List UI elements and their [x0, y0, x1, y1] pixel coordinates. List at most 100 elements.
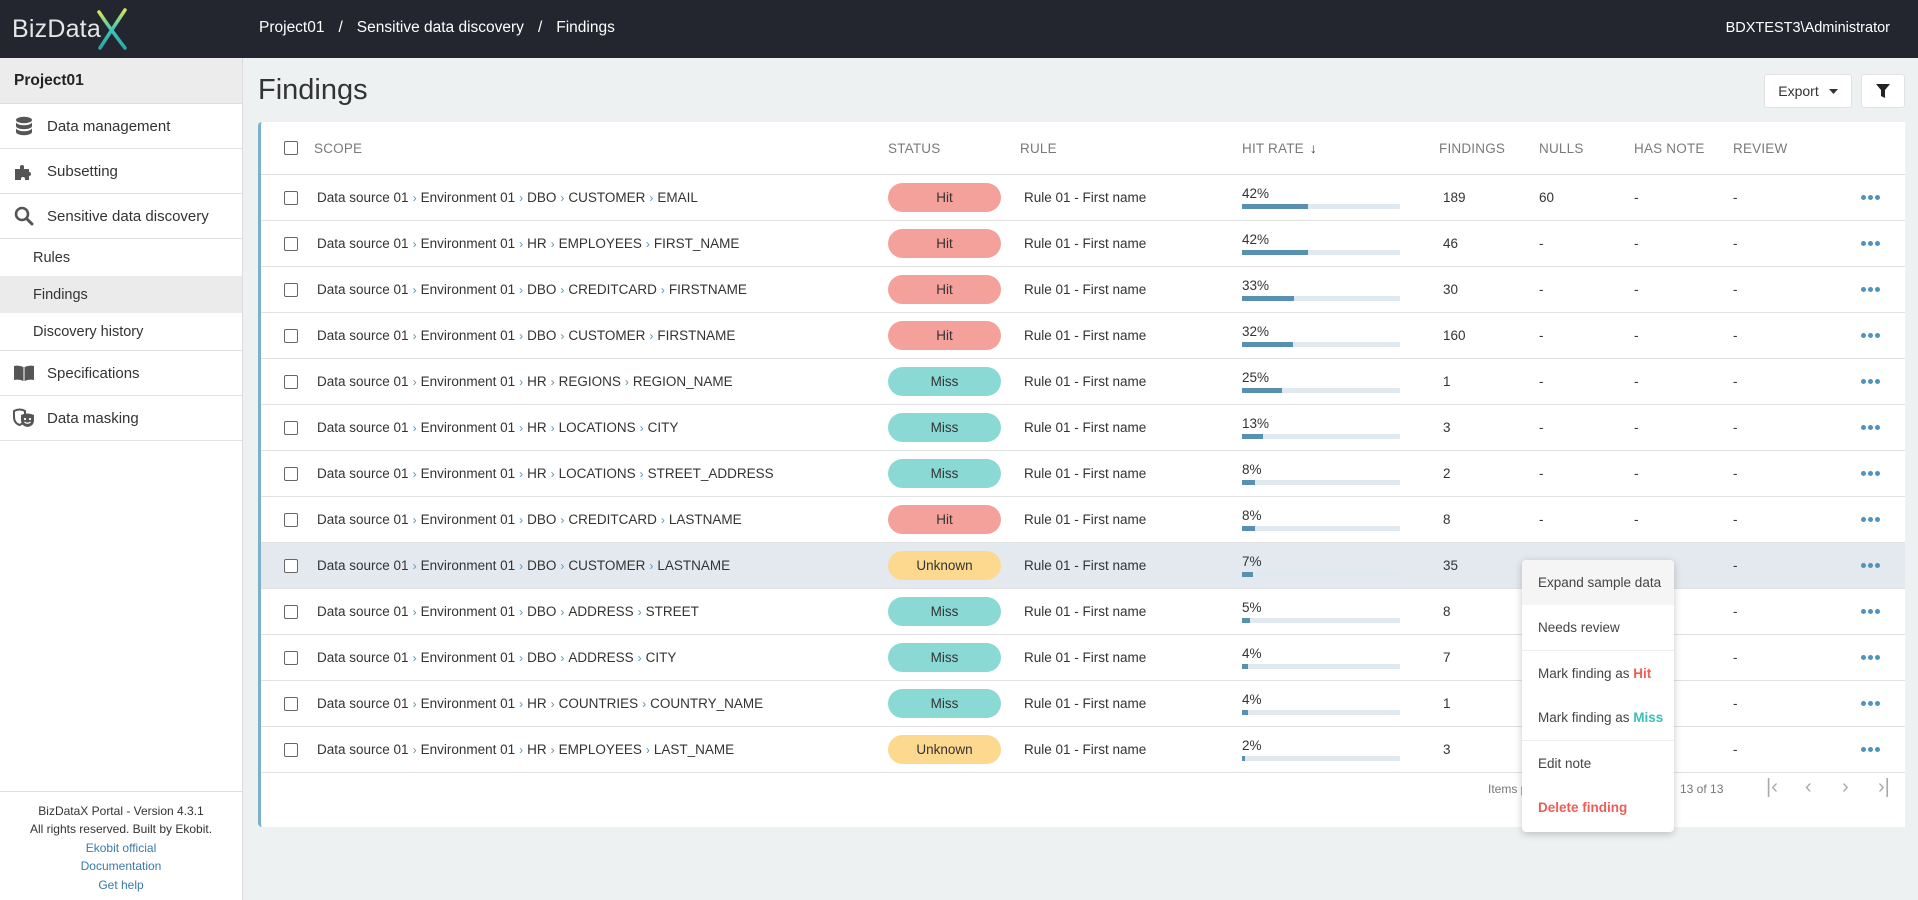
scope-segment[interactable]: Environment 01: [421, 604, 516, 619]
scope-segment[interactable]: CUSTOMER: [568, 190, 645, 205]
sidebar-subitem-rules[interactable]: Rules: [0, 239, 242, 276]
column-header-scope[interactable]: SCOPE: [313, 141, 888, 156]
row-checkbox[interactable]: [284, 604, 298, 619]
sidebar-item-data-management[interactable]: Data management: [0, 104, 242, 149]
scope-segment[interactable]: Environment 01: [421, 236, 516, 251]
scope-segment[interactable]: Environment 01: [421, 420, 516, 435]
row-actions-button[interactable]: [1850, 701, 1890, 706]
row-checkbox[interactable]: [284, 236, 298, 251]
scope-segment[interactable]: Environment 01: [421, 512, 516, 527]
breadcrumb-project[interactable]: Project01: [259, 19, 324, 37]
row-actions-button[interactable]: [1850, 241, 1890, 246]
row-actions-button[interactable]: [1850, 425, 1890, 430]
row-checkbox[interactable]: [284, 466, 298, 481]
sidebar-item-specifications[interactable]: Specifications: [0, 351, 242, 396]
row-checkbox[interactable]: [284, 190, 298, 205]
scope-segment[interactable]: Environment 01: [421, 282, 516, 297]
menu-item-mark-hit[interactable]: Mark finding as Hit: [1522, 650, 1674, 695]
sidebar-subitem-findings[interactable]: Findings: [0, 276, 242, 313]
scope-segment[interactable]: LASTNAME: [657, 558, 730, 573]
scope-segment[interactable]: Data source 01: [317, 558, 409, 573]
scope-segment[interactable]: Data source 01: [317, 466, 409, 481]
scope-segment[interactable]: EMPLOYEES: [559, 742, 642, 757]
scope-segment[interactable]: EMAIL: [657, 190, 698, 205]
scope-segment[interactable]: Environment 01: [421, 190, 516, 205]
scope-segment[interactable]: FIRST_NAME: [654, 236, 740, 251]
scope-segment[interactable]: STREET: [646, 604, 699, 619]
scope-segment[interactable]: DBO: [527, 604, 556, 619]
table-row[interactable]: Data source 01 › Environment 01 › HR › LOCATIO…: [261, 405, 1905, 451]
row-actions-button[interactable]: [1850, 333, 1890, 338]
scope-segment[interactable]: CREDITCARD: [568, 512, 657, 527]
row-actions-button[interactable]: [1850, 563, 1890, 568]
scope-segment[interactable]: Environment 01: [421, 558, 516, 573]
scope-segment[interactable]: LOCATIONS: [559, 466, 636, 481]
first-page-icon[interactable]: |‹: [1766, 776, 1778, 799]
table-row[interactable]: Data source 01 › Environment 01 › DBO › CREDIT…: [261, 497, 1905, 543]
table-row[interactable]: Data source 01 › Environment 01 › DBO › CUSTOM…: [261, 313, 1905, 359]
row-actions-button[interactable]: [1850, 747, 1890, 752]
table-row[interactable]: Data source 01 › Environment 01 › HR › REGIONS…: [261, 359, 1905, 405]
row-checkbox[interactable]: [284, 742, 298, 757]
scope-segment[interactable]: CREDITCARD: [568, 282, 657, 297]
scope-segment[interactable]: DBO: [527, 190, 556, 205]
scope-segment[interactable]: Data source 01: [317, 650, 409, 665]
scope-segment[interactable]: Environment 01: [421, 742, 516, 757]
scope-segment[interactable]: HR: [527, 420, 547, 435]
scope-segment[interactable]: COUNTRIES: [559, 696, 639, 711]
prev-page-icon[interactable]: ‹: [1805, 776, 1812, 799]
column-header-findings[interactable]: FINDINGS: [1439, 141, 1539, 156]
sidebar-item-subsetting[interactable]: Subsetting: [0, 149, 242, 194]
scope-segment[interactable]: ADDRESS: [568, 650, 633, 665]
scope-segment[interactable]: Environment 01: [421, 374, 516, 389]
row-checkbox[interactable]: [284, 512, 298, 527]
column-header-nulls[interactable]: NULLS: [1539, 141, 1634, 156]
sidebar-subitem-discovery-history[interactable]: Discovery history: [0, 313, 242, 350]
scope-segment[interactable]: Data source 01: [317, 282, 409, 297]
scope-segment[interactable]: HR: [527, 374, 547, 389]
scope-segment[interactable]: LAST_NAME: [654, 742, 734, 757]
scope-segment[interactable]: Data source 01: [317, 696, 409, 711]
row-checkbox[interactable]: [284, 282, 298, 297]
scope-segment[interactable]: CITY: [646, 650, 677, 665]
row-actions-button[interactable]: [1850, 655, 1890, 660]
scope-segment[interactable]: Data source 01: [317, 420, 409, 435]
scope-segment[interactable]: Data source 01: [317, 190, 409, 205]
row-checkbox[interactable]: [284, 696, 298, 711]
sidebar-project[interactable]: Project01: [0, 58, 242, 104]
table-row[interactable]: Data source 01 › Environment 01 › DBO › CREDIT…: [261, 267, 1905, 313]
menu-item-expand-sample-data[interactable]: Expand sample data: [1522, 560, 1674, 605]
scope-segment[interactable]: FIRSTNAME: [657, 328, 735, 343]
select-all-checkbox[interactable]: [284, 141, 298, 155]
menu-item-edit-note[interactable]: Edit note: [1522, 740, 1674, 785]
export-button[interactable]: Export: [1764, 74, 1852, 108]
row-actions-button[interactable]: [1850, 287, 1890, 292]
table-row[interactable]: Data source 01 › Environment 01 › HR › LOCATIO…: [261, 451, 1905, 497]
column-header-hit-rate[interactable]: HIT RATE ↓: [1242, 140, 1439, 156]
row-actions-button[interactable]: [1850, 379, 1890, 384]
scope-segment[interactable]: Environment 01: [421, 650, 516, 665]
scope-segment[interactable]: CITY: [648, 420, 679, 435]
row-actions-button[interactable]: [1850, 609, 1890, 614]
menu-item-delete-finding[interactable]: Delete finding: [1522, 785, 1674, 830]
sidebar-item-sensitive-data-discovery[interactable]: Sensitive data discovery: [0, 194, 242, 239]
row-checkbox[interactable]: [284, 650, 298, 665]
get-help-link[interactable]: Get help: [0, 876, 242, 895]
scope-segment[interactable]: EMPLOYEES: [559, 236, 642, 251]
scope-segment[interactable]: DBO: [527, 558, 556, 573]
ekobit-official-link[interactable]: Ekobit official: [0, 839, 242, 858]
scope-segment[interactable]: Data source 01: [317, 604, 409, 619]
scope-segment[interactable]: REGION_NAME: [633, 374, 733, 389]
next-page-icon[interactable]: ›: [1842, 776, 1849, 799]
scope-segment[interactable]: Environment 01: [421, 696, 516, 711]
documentation-link[interactable]: Documentation: [0, 857, 242, 876]
row-checkbox[interactable]: [284, 558, 298, 573]
menu-item-mark-miss[interactable]: Mark finding as Miss: [1522, 695, 1674, 740]
scope-segment[interactable]: Data source 01: [317, 512, 409, 527]
scope-segment[interactable]: REGIONS: [559, 374, 621, 389]
scope-segment[interactable]: LASTNAME: [669, 512, 742, 527]
scope-segment[interactable]: Environment 01: [421, 466, 516, 481]
scope-segment[interactable]: CUSTOMER: [568, 558, 645, 573]
scope-segment[interactable]: ADDRESS: [568, 604, 633, 619]
last-page-icon[interactable]: ›|: [1878, 776, 1890, 799]
